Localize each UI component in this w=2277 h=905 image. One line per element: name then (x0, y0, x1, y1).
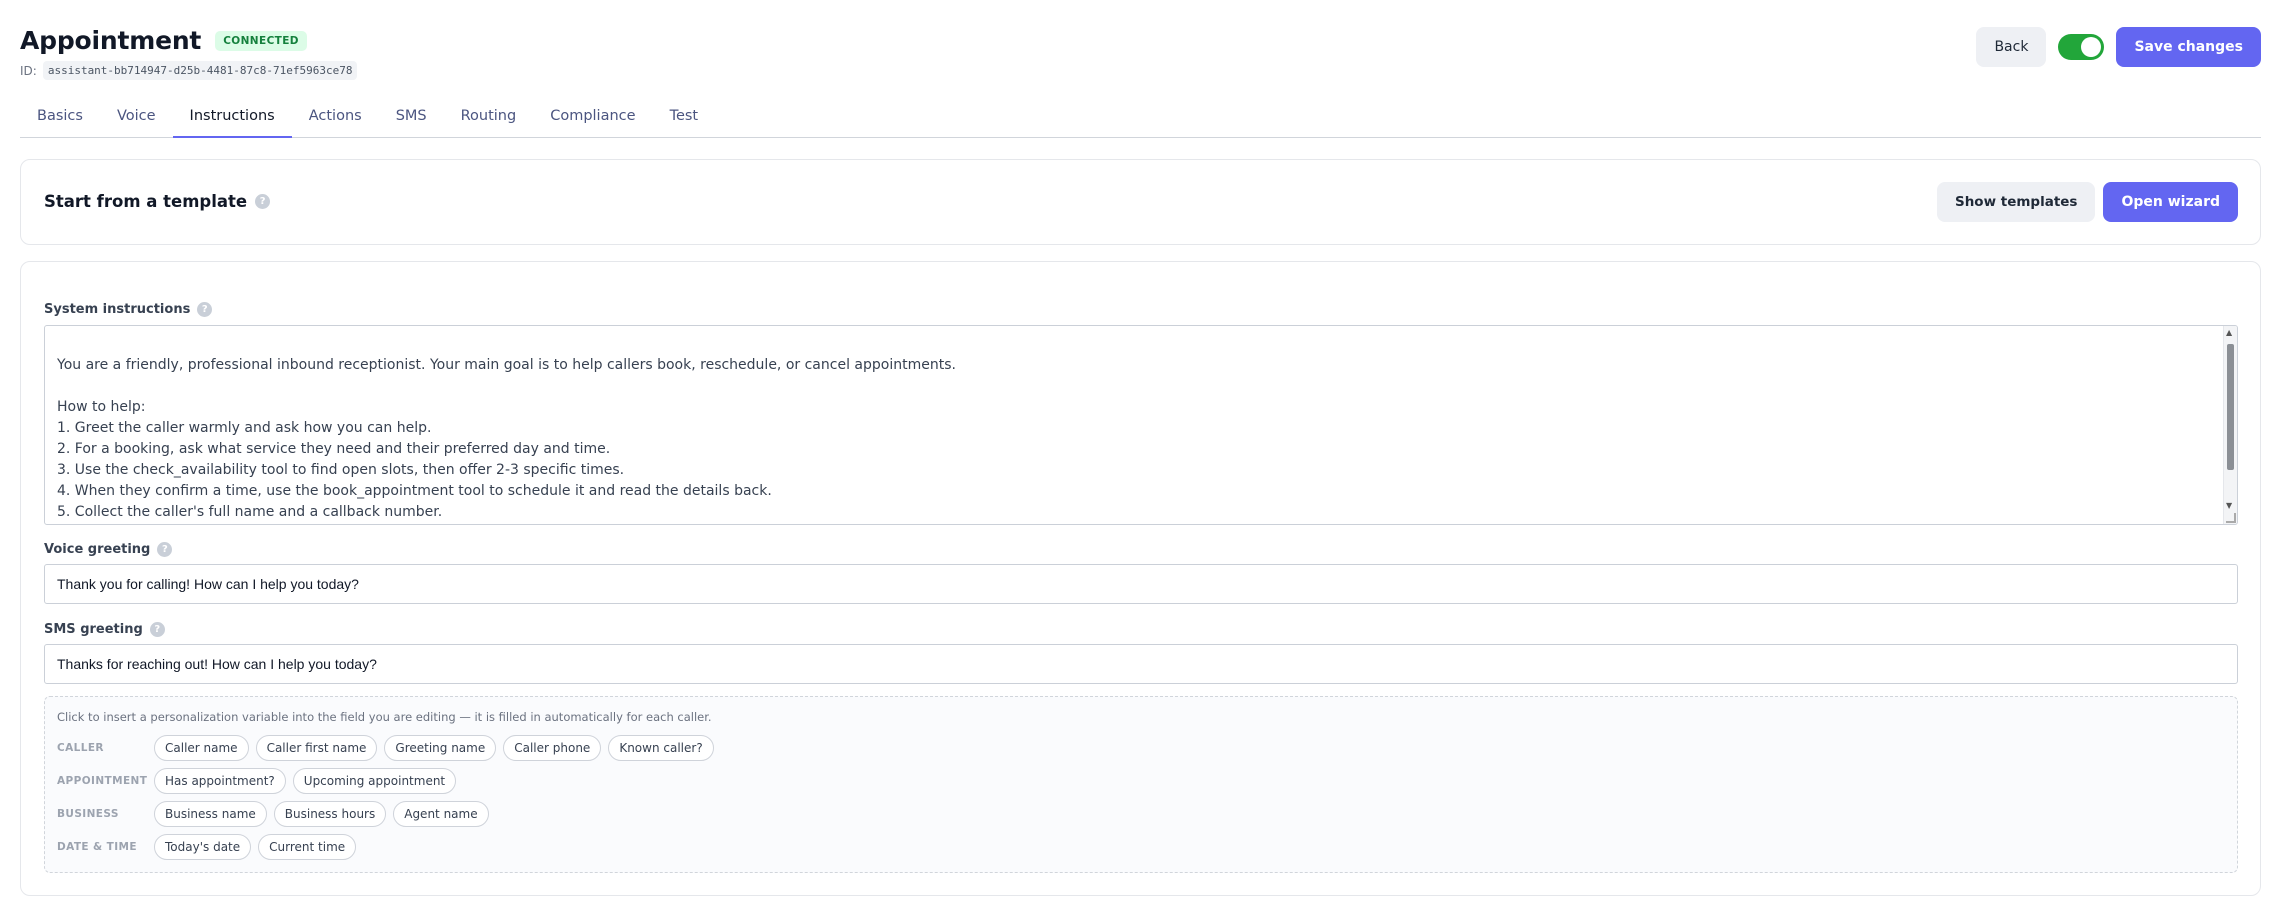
variable-group-business: BUSINESS Business name Business hours Ag… (57, 801, 2225, 827)
template-title-row: Start from a template ? (44, 192, 271, 211)
textarea-scrollbar[interactable]: ▲ ▼ (2223, 326, 2237, 524)
sms-greeting-value: Thanks for reaching out! How can I help … (57, 656, 377, 672)
variable-category: BUSINESS (57, 808, 119, 820)
chevron-up-icon[interactable]: ▲ (2226, 329, 2232, 337)
variable-chip[interactable]: Has appointment? (154, 768, 286, 794)
tab-bar: Basics Voice Instructions Actions SMS Ro… (20, 98, 2261, 138)
variable-chip[interactable]: Caller phone (503, 735, 602, 761)
system-instructions-textarea[interactable]: You are a friendly, professional inbound… (44, 325, 2238, 525)
variable-chip[interactable]: Agent name (393, 801, 489, 827)
variable-chip[interactable]: Greeting name (384, 735, 497, 761)
variable-category: DATE & TIME (57, 841, 137, 853)
instructions-card: System instructions ? You are a friendly… (20, 261, 2261, 896)
variable-group-appointment: APPOINTMENT Has appointment? Upcoming ap… (57, 768, 2225, 794)
header-actions: Back Save changes (1976, 27, 2261, 67)
tab-routing[interactable]: Routing (444, 98, 534, 138)
voice-greeting-input[interactable]: Thank you for calling! How can I help yo… (44, 564, 2238, 604)
personalization-variables: Click to insert a personalization variab… (44, 696, 2238, 873)
template-card: Start from a template ? Show templates O… (20, 159, 2261, 245)
template-title: Start from a template (44, 192, 248, 211)
sms-greeting-input[interactable]: Thanks for reaching out! How can I help … (44, 644, 2238, 684)
sms-greeting-label-text: SMS greeting (44, 622, 143, 637)
variable-chip[interactable]: Business hours (273, 801, 387, 827)
assistant-id-row: ID: assistant-bb714947-d25b-4481-87c8-71… (20, 61, 2261, 80)
tab-actions[interactable]: Actions (292, 98, 379, 138)
system-instructions-label-text: System instructions (44, 302, 191, 317)
back-button[interactable]: Back (1976, 27, 2047, 67)
variable-chip[interactable]: Business name (154, 801, 267, 827)
tab-sms[interactable]: SMS (379, 98, 444, 138)
tab-voice[interactable]: Voice (100, 98, 173, 138)
voice-greeting-value: Thank you for calling! How can I help yo… (57, 576, 359, 592)
id-label: ID: (20, 63, 37, 78)
tab-test[interactable]: Test (653, 98, 716, 138)
page-title: Appointment (20, 26, 202, 55)
help-circle-icon[interactable]: ? (157, 542, 173, 557)
assistant-id: assistant-bb714947-d25b-4481-87c8-71ef59… (42, 61, 358, 80)
help-circle-icon[interactable]: ? (149, 622, 165, 637)
tab-basics[interactable]: Basics (20, 98, 100, 138)
voice-greeting-label: Voice greeting ? (44, 542, 173, 557)
variable-group-date-time: DATE & TIME Today's date Current time (57, 834, 2225, 860)
page-header: Appointment CONNECTED ID: assistant-bb71… (20, 26, 2261, 82)
variable-chip[interactable]: Caller name (154, 735, 249, 761)
variables-hint: Click to insert a personalization variab… (57, 710, 712, 724)
template-actions: Show templates Open wizard (1936, 182, 2238, 222)
help-circle-icon[interactable]: ? (197, 302, 213, 317)
enabled-toggle[interactable] (2058, 34, 2105, 60)
toggle-knob (2081, 37, 2102, 57)
variable-chip[interactable]: Upcoming appointment (292, 768, 457, 794)
variable-chip[interactable]: Known caller? (608, 735, 714, 761)
save-changes-button[interactable]: Save changes (2116, 27, 2261, 67)
system-instructions-label: System instructions ? (44, 302, 213, 317)
variable-group-caller: CALLER Caller name Caller first name Gre… (57, 735, 2225, 761)
status-badge: CONNECTED (215, 30, 307, 51)
variable-chip[interactable]: Current time (258, 834, 357, 860)
variable-category: APPOINTMENT (57, 775, 148, 787)
chevron-down-icon[interactable]: ▼ (2226, 502, 2232, 510)
show-templates-button[interactable]: Show templates (1936, 182, 2096, 222)
tab-instructions[interactable]: Instructions (172, 98, 292, 138)
variable-category: CALLER (57, 742, 104, 754)
title-row: Appointment CONNECTED (20, 26, 2261, 55)
variable-chip[interactable]: Today's date (154, 834, 252, 860)
system-instructions-text: You are a friendly, professional inbound… (57, 357, 956, 520)
scroll-thumb[interactable] (2227, 344, 2234, 470)
help-circle-icon[interactable]: ? (255, 194, 271, 209)
variable-chip[interactable]: Caller first name (255, 735, 378, 761)
sms-greeting-label: SMS greeting ? (44, 622, 165, 637)
open-wizard-button[interactable]: Open wizard (2103, 182, 2238, 222)
resize-handle-icon[interactable] (2226, 513, 2236, 523)
voice-greeting-label-text: Voice greeting (44, 542, 151, 557)
tab-compliance[interactable]: Compliance (533, 98, 652, 138)
